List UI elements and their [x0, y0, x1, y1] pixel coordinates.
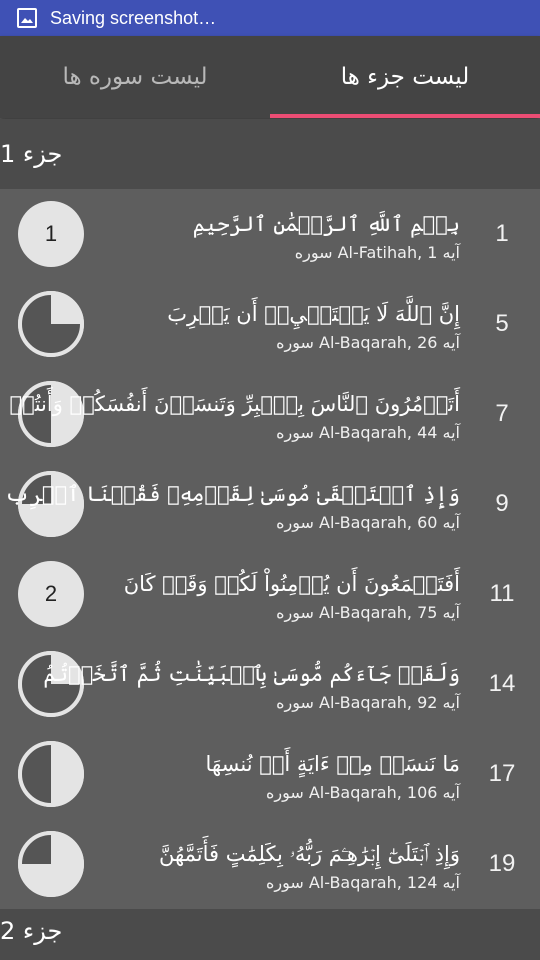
ayah-arabic-text: وَإِذِ ٱسۡتَسۡقَىٰ مُوسَىٰ لِقَوۡمِهِۦ ف… [4, 481, 460, 506]
tab-juz-list[interactable]: لیست جزء ها [270, 36, 540, 118]
surah-ayah-label: سوره Al-Baqarah, آیه 26 [276, 332, 460, 352]
juz-header-label: جزء 1 [0, 140, 63, 168]
page-number: 17 [488, 760, 516, 787]
tab-surah-list[interactable]: لیست سوره ها [0, 36, 270, 118]
ayah-arabic-text: بِسۡمِ ٱللَّهِ ٱلرَّحۡمَٰنِ ٱلرَّحِيمِ [192, 211, 460, 236]
list-item[interactable]: 1 بِسۡمِ ٱللَّهِ ٱلرَّحۡمَٰنِ ٱلرَّحِيمِ س… [0, 189, 540, 279]
page-number: 1 [495, 220, 509, 247]
list-item[interactable]: وَإِذِ ٱسۡتَسۡقَىٰ مُوسَىٰ لِقَوۡمِهِۦ ف… [0, 459, 540, 549]
ayah-text-block: أَتَأۡمُرُونَ ٱلنَّاسَ بِٱلۡبِرِّ وَتَنس… [9, 387, 461, 442]
juz-header[interactable]: جزء 1 [0, 119, 540, 189]
juz-header-label: جزء 2 [0, 917, 63, 945]
ayah-text-block: مَا نَنسَخۡ مِنۡ ءَايَةٍ أَوۡ نُنسِهَا سو… [70, 747, 460, 802]
page-number: 9 [495, 490, 509, 517]
ayah-arabic-text: أَتَأۡمُرُونَ ٱلنَّاسَ بِٱلۡبِرِّ وَتَنس… [9, 391, 461, 416]
surah-ayah-label: سوره Al-Fatihah, آیه 1 [294, 242, 460, 262]
ayah-text-block: وَإِذِ ٱبۡتَلَىٰٓ إِبۡرَٰهِـۧمَ رَبُّهُۥ… [70, 837, 460, 892]
ayah-text-block: إِنَّ ٱللَّهَ لَا يَسۡتَحۡيِۦٓ أَن يَضۡر… [70, 297, 460, 352]
ayah-arabic-text: وَلَقَدۡ جَآءَكُم مُّوسَىٰ بِٱلۡبَيِّنَٰ… [43, 661, 460, 686]
status-title: Saving screenshot… [50, 7, 217, 28]
list-item[interactable]: وَإِذِ ٱبۡتَلَىٰٓ إِبۡرَٰهِـۧمَ رَبُّهُۥ… [0, 819, 540, 909]
status-bar: Saving screenshot… [0, 0, 540, 36]
page-number: 7 [495, 400, 509, 427]
surah-ayah-label: سوره Al-Baqarah, آیه 106 [265, 782, 460, 802]
list-item[interactable]: إِنَّ ٱللَّهَ لَا يَسۡتَحۡيِۦٓ أَن يَضۡر… [0, 279, 540, 369]
page-number: 5 [495, 310, 509, 337]
ayah-arabic-text: إِنَّ ٱللَّهَ لَا يَسۡتَحۡيِۦٓ أَن يَضۡر… [167, 301, 460, 326]
list-item[interactable]: أَتَأۡمُرُونَ ٱلنَّاسَ بِٱلۡبِرِّ وَتَنس… [0, 369, 540, 459]
surah-ayah-label: سوره Al-Baqarah, آیه 75 [276, 602, 460, 622]
list-item[interactable]: 2 أَفَتَطۡمَعُونَ أَن يُؤۡمِنُواْ لَكُمۡ … [0, 549, 540, 639]
page-number: 11 [489, 580, 515, 607]
juz-header[interactable]: جزء 2 [0, 909, 540, 960]
surah-ayah-label: سوره Al-Baqarah, آیه 124 [265, 872, 460, 892]
ayah-arabic-text: مَا نَنسَخۡ مِنۡ ءَايَةٍ أَوۡ نُنسِهَا [205, 751, 460, 776]
ayah-text-block: أَفَتَطۡمَعُونَ أَن يُؤۡمِنُواْ لَكُمۡ و… [70, 567, 460, 622]
surah-ayah-label: سوره Al-Baqarah, آیه 92 [276, 692, 460, 712]
surah-ayah-label: سوره Al-Baqarah, آیه 60 [276, 512, 460, 532]
ayah-text-block: بِسۡمِ ٱللَّهِ ٱلرَّحۡمَٰنِ ٱلرَّحِيمِ سو… [70, 207, 460, 262]
tab-surah-list-label: لیست سوره ها [62, 64, 208, 90]
page-number: 14 [488, 670, 516, 697]
image-icon [16, 7, 38, 29]
surah-ayah-label: سوره Al-Baqarah, آیه 44 [276, 422, 460, 442]
list-item[interactable]: مَا نَنسَخۡ مِنۡ ءَايَةٍ أَوۡ نُنسِهَا سو… [0, 729, 540, 819]
tab-bar: لیست سوره ها لیست جزء ها [0, 36, 540, 118]
list-item[interactable]: وَلَقَدۡ جَآءَكُم مُّوسَىٰ بِٱلۡبَيِّنَٰ… [0, 639, 540, 729]
ayah-text-block: وَإِذِ ٱسۡتَسۡقَىٰ مُوسَىٰ لِقَوۡمِهِۦ ف… [4, 477, 460, 532]
progress-sector [20, 743, 51, 805]
ayah-text-block: وَلَقَدۡ جَآءَكُم مُّوسَىٰ بِٱلۡبَيِّنَٰ… [43, 657, 460, 712]
ayah-arabic-text: وَإِذِ ٱبۡتَلَىٰٓ إِبۡرَٰهِـۧمَ رَبُّهُۥ… [158, 841, 460, 866]
ayah-arabic-text: أَفَتَطۡمَعُونَ أَن يُؤۡمِنُواْ لَكُمۡ و… [123, 571, 460, 596]
tab-juz-list-label: لیست جزء ها [340, 64, 470, 90]
page-number: 19 [488, 850, 516, 877]
